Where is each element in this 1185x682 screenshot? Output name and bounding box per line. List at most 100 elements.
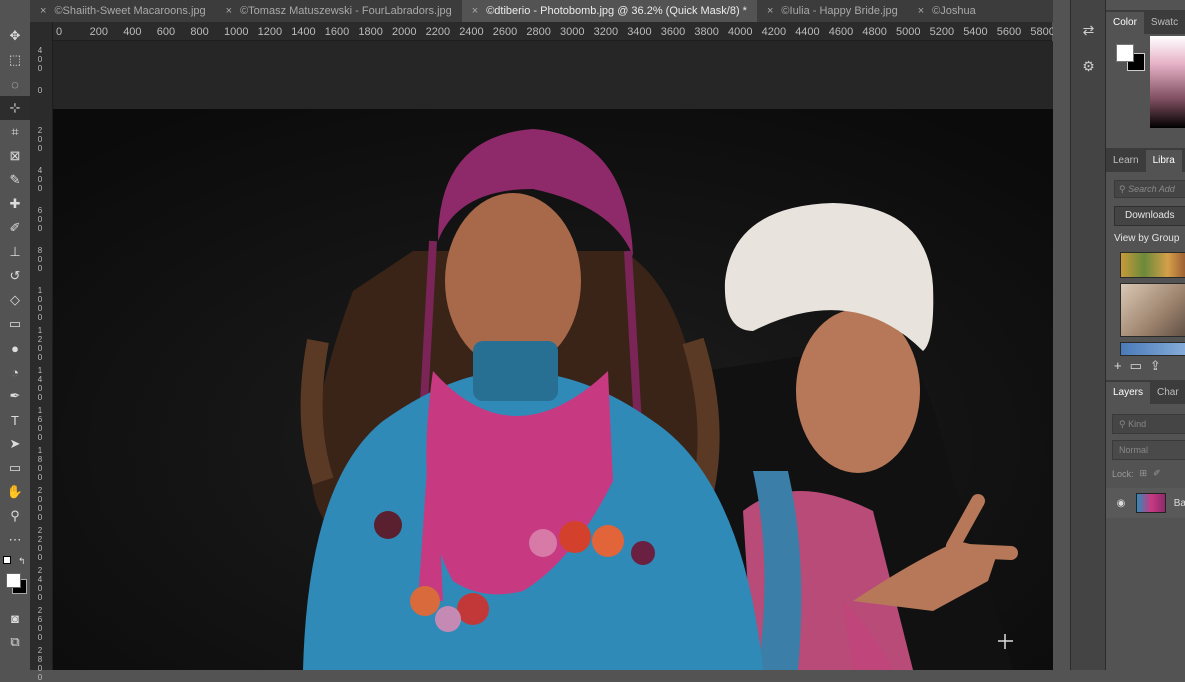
rectangle-tool-icon[interactable]: ▭ (0, 456, 30, 480)
more-tools-icon[interactable]: ⋯ (0, 528, 30, 552)
library-search-input[interactable]: ⚲ Search Add (1114, 180, 1185, 198)
default-colors-icon[interactable] (3, 556, 11, 564)
folder-icon[interactable]: ▭ (1130, 358, 1142, 374)
ruler-tick-label: 1200 (257, 26, 283, 38)
color-spectrum[interactable] (1150, 36, 1185, 128)
ruler-tick-label: 3000 (560, 26, 585, 38)
layer-row-background[interactable]: ◉ Ba (1106, 488, 1185, 518)
history-brush-tool-icon[interactable]: ↺ (0, 264, 30, 288)
view-by-group-label[interactable]: View by Group (1114, 233, 1179, 244)
vertical-ruler[interactable]: 400 0 200 400 600 800 1000 1200 1400 1600 1800 2000… (30, 22, 53, 682)
dodge-tool-icon[interactable]: ◔ (0, 360, 30, 384)
tab-learn[interactable]: Learn (1106, 150, 1146, 172)
path-selection-tool-icon[interactable]: ➤ (0, 432, 30, 456)
document-canvas[interactable] (53, 41, 1053, 670)
hand-tool-icon[interactable]: ✋ (0, 480, 30, 504)
screen-mode-icon[interactable]: ⧉ (0, 630, 30, 654)
zoom-tool-icon[interactable]: ⚲ (0, 504, 30, 528)
ruler-tick-label: 2600 (37, 606, 43, 642)
ruler-tick-label: 400 (123, 26, 142, 38)
type-tool-icon[interactable]: T (0, 408, 30, 432)
move-tool-icon[interactable]: ✥ (0, 24, 30, 48)
close-icon[interactable]: × (226, 5, 232, 17)
add-icon[interactable]: + (1114, 358, 1122, 374)
doc-tab-photobomb[interactable]: × ©dtiberio - Photobomb.jpg @ 36.2% (Quic… (461, 0, 757, 22)
tools-panel: ✥ ⬚ ◌ ⊹ ⌗ ⊠ ✎ ✚ ✐ ⊥ ↺ ◇ ▭ ● ◔ ✒ T ➤ ▭ ✋ ⚲ ⋯ ↰ ◙ ⧉ (0, 22, 31, 670)
tab-swatches[interactable]: Swatc (1144, 12, 1185, 34)
crop-tool-icon[interactable]: ⌗ (0, 120, 30, 144)
gradient-tool-icon[interactable]: ▭ (0, 312, 30, 336)
ruler-tick-label: 2600 (492, 26, 518, 38)
horizontal-ruler[interactable]: 0 200 400 600 800 1000 1200 1400 1600 1800 2000 220… (52, 22, 1055, 41)
swap-colors-icon[interactable]: ↰ (18, 556, 26, 567)
brush-tool-icon[interactable]: ✐ (0, 216, 30, 240)
library-thumbnail-food[interactable] (1120, 252, 1185, 278)
clone-stamp-tool-icon[interactable]: ⊥ (0, 240, 30, 264)
foreground-color-swatch[interactable] (1116, 44, 1134, 62)
blend-mode-select[interactable]: Normal (1112, 440, 1185, 460)
blur-tool-icon[interactable]: ● (0, 336, 30, 360)
ruler-tick-label: 3600 (660, 26, 686, 38)
right-panels: Color Swatc Learn Libra ⚲ Search Add Dow… (1105, 0, 1185, 670)
eye-icon[interactable]: ◉ (1106, 498, 1136, 509)
lock-label: Lock: (1112, 468, 1134, 479)
tool-list: ✥ ⬚ ◌ ⊹ ⌗ ⊠ ✎ ✚ ✐ ⊥ ↺ ◇ ▭ ● ◔ ✒ T ➤ ▭ ✋ ⚲ ⋯ (0, 22, 30, 552)
foreground-color-swatch[interactable] (6, 573, 21, 588)
close-icon[interactable]: × (472, 5, 478, 17)
ruler-tick-label: 0 (37, 86, 43, 95)
doc-tab-label: ©Joshua (932, 5, 976, 17)
close-icon[interactable]: × (40, 5, 46, 17)
color-swatches-mini[interactable]: ↰ (3, 552, 27, 596)
ruler-tick-label: 2000 (392, 26, 417, 38)
pompom (457, 593, 489, 625)
pen-tool-icon[interactable]: ✒ (0, 384, 30, 408)
properties-panel-icon[interactable]: ⚙ (1071, 48, 1106, 84)
eraser-tool-icon[interactable]: ◇ (0, 288, 30, 312)
collapse-bar[interactable] (1071, 0, 1106, 12)
doc-tab-macaroons[interactable]: × ©Shaiith-Sweet Macaroons.jpg (30, 0, 216, 22)
search-icon: ⚲ (1119, 184, 1129, 194)
layer-name[interactable]: Ba (1174, 498, 1185, 509)
library-thumbnail-sky[interactable] (1120, 342, 1185, 356)
healing-brush-tool-icon[interactable]: ✚ (0, 192, 30, 216)
quick-selection-tool-icon[interactable]: ⊹ (0, 96, 30, 120)
ruler-tick-label: 2000 (37, 486, 43, 522)
right-icon-list: ⇄ ⚙ (1071, 12, 1106, 84)
eyedropper-tool-icon[interactable]: ✎ (0, 168, 30, 192)
ruler-tick-label: 1200 (37, 326, 43, 362)
close-icon[interactable]: × (767, 5, 773, 17)
ruler-tick-label: 4800 (862, 26, 887, 38)
ruler-tick-label: 4000 (728, 26, 753, 38)
tab-color[interactable]: Color (1106, 12, 1144, 34)
tab-character[interactable]: Char (1150, 382, 1185, 404)
doc-tab-happy-bride[interactable]: × ©Iulia - Happy Bride.jpg (757, 0, 908, 22)
ruler-tick-label: 2800 (37, 646, 43, 682)
close-icon[interactable]: × (918, 5, 924, 17)
ruler-tick-label: 200 (37, 126, 43, 153)
layers-panel-tabs: Layers Char (1106, 380, 1185, 404)
ruler-tick-label: 1000 (37, 286, 43, 322)
upload-icon[interactable]: ⇪ (1150, 358, 1161, 374)
pompom (529, 529, 557, 557)
tab-layers[interactable]: Layers (1106, 382, 1151, 404)
lasso-tool-icon[interactable]: ◌ (0, 72, 30, 96)
collapsed-panel-icons: ⇄ ⚙ (1070, 0, 1106, 670)
quick-mask-icon[interactable]: ◙ (0, 606, 30, 630)
lock-transparency-icon[interactable]: ⊞ (1140, 468, 1148, 479)
layer-kind-filter[interactable]: ⚲ Kind (1112, 414, 1185, 434)
library-thumbnail-photo[interactable] (1120, 283, 1185, 337)
lock-brush-icon[interactable]: ✐ (1153, 468, 1161, 479)
ruler-tick-label: 4400 (795, 26, 820, 38)
layer-thumbnail (1135, 493, 1166, 513)
ruler-tick-label: 600 (156, 26, 176, 38)
doc-tab-labradors[interactable]: × ©Tomasz Matuszewski - FourLabradors.jpg (216, 0, 462, 22)
library-dropdown[interactable]: Downloads (1114, 206, 1185, 226)
tab-libraries[interactable]: Libra (1145, 150, 1182, 172)
doc-tab-joshua[interactable]: × ©Joshua (908, 0, 986, 22)
marquee-tool-icon[interactable]: ⬚ (0, 48, 30, 72)
frame-tool-icon[interactable]: ⊠ (0, 144, 30, 168)
history-panel-icon[interactable]: ⇄ (1071, 12, 1106, 48)
library-actions: + ▭ ⇪ (1114, 358, 1161, 374)
ruler-tick-label: 1400 (291, 26, 316, 38)
doc-tab-label: ©dtiberio - Photobomb.jpg @ 36.2% (Quick… (486, 5, 747, 17)
